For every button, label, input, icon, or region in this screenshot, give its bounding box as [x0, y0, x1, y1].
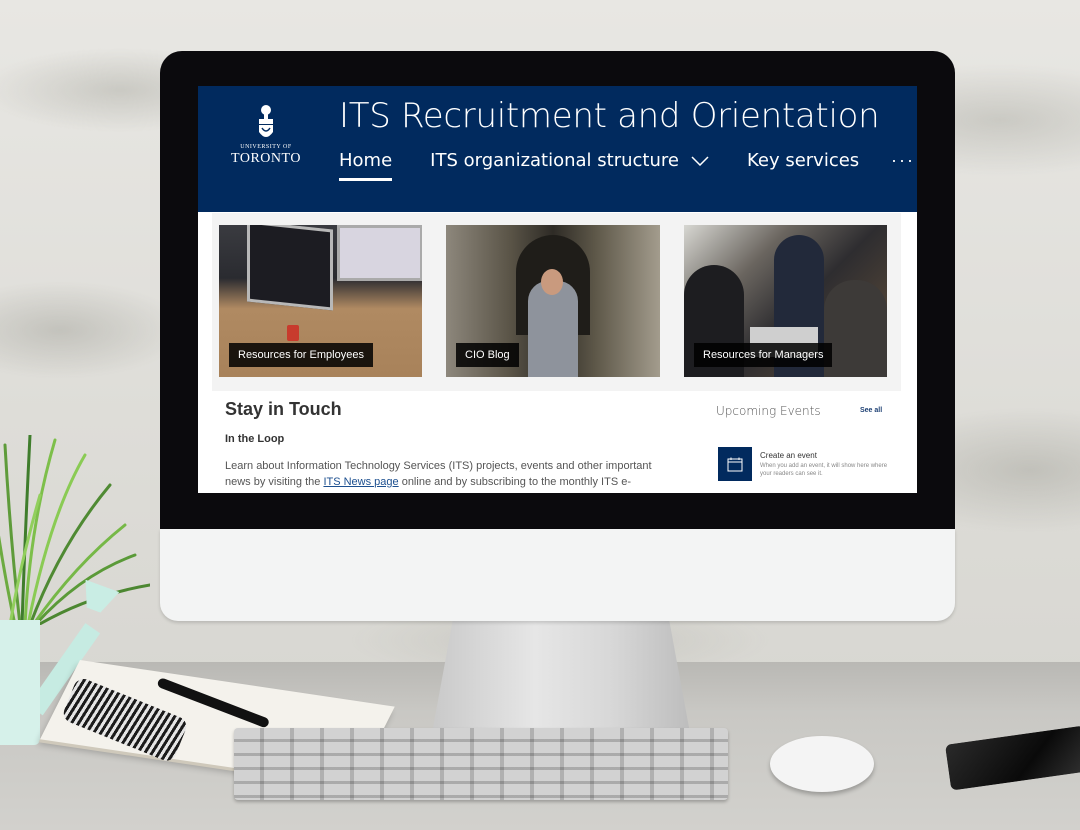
calendar-icon [727, 457, 743, 471]
monitor-chin [160, 529, 955, 621]
site-header: UNIVERSITY OF TORONTO ITS Recruitment an… [198, 86, 917, 212]
hero-tile-label: Resources for Managers [694, 343, 833, 367]
watering-can [0, 620, 40, 745]
nav-item-label: Key services [746, 150, 860, 171]
monitor-photo-element [247, 225, 333, 311]
hero-tile-resources-for-managers[interactable]: Resources for Managers [684, 225, 887, 377]
more-nav-button[interactable]: ··· [891, 150, 915, 171]
create-event-title[interactable]: Create an event [760, 451, 817, 460]
its-news-page-link[interactable]: ITS News page [323, 476, 398, 488]
logo-toronto-text: TORONTO [231, 151, 301, 166]
hero-tile-label: CIO Blog [456, 343, 519, 367]
hero-tiles: Resources for Employees CIO Blog Resourc… [212, 213, 901, 391]
nav-item-label: ITS organizational structure [430, 150, 679, 171]
plant-decoration [0, 435, 150, 625]
person-head-photo-element [541, 269, 563, 295]
upcoming-events-heading: Upcoming Events [716, 404, 821, 418]
crest-icon [259, 105, 273, 137]
mouse [770, 736, 874, 792]
monitor-screen: UNIVERSITY OF TORONTO ITS Recruitment an… [198, 86, 917, 493]
top-navigation: Home ITS organizational structure Key se… [339, 150, 897, 186]
nav-item-home[interactable]: Home [339, 150, 393, 181]
person-photo-element [824, 280, 887, 377]
hero-tile-cio-blog[interactable]: CIO Blog [446, 225, 660, 377]
stay-in-touch-heading: Stay in Touch [225, 399, 342, 419]
monitor-photo-element [337, 225, 422, 281]
hero-tile-label: Resources for Employees [229, 343, 373, 367]
create-event-icon-box[interactable] [718, 447, 752, 481]
stay-in-touch-body: Learn about Information Technology Servi… [225, 458, 673, 490]
create-event-description: When you add an event, it will show here… [760, 463, 888, 477]
keyboard [234, 728, 728, 800]
chevron-down-icon[interactable] [691, 155, 709, 166]
hero-tile-resources-for-employees[interactable]: Resources for Employees [219, 225, 422, 377]
nav-item-key-services[interactable]: Key services [747, 150, 859, 181]
nav-item-its-organizational-structure[interactable]: ITS organizational structure [430, 150, 709, 181]
monitor-stand [432, 621, 690, 733]
site-title[interactable]: ITS Recruitment and Orientation [339, 96, 880, 136]
person-photo-element [528, 281, 578, 377]
nav-item-label: Home [339, 150, 393, 171]
logo-university-text: UNIVERSITY OF [240, 144, 292, 150]
mug-photo-element [287, 325, 299, 341]
university-logo[interactable]: UNIVERSITY OF TORONTO [224, 104, 308, 170]
in-the-loop-heading: In the Loop [225, 433, 285, 445]
body-text-end: online and by subscribing to the monthly… [398, 476, 631, 488]
see-all-events-link[interactable]: See all [860, 407, 882, 414]
